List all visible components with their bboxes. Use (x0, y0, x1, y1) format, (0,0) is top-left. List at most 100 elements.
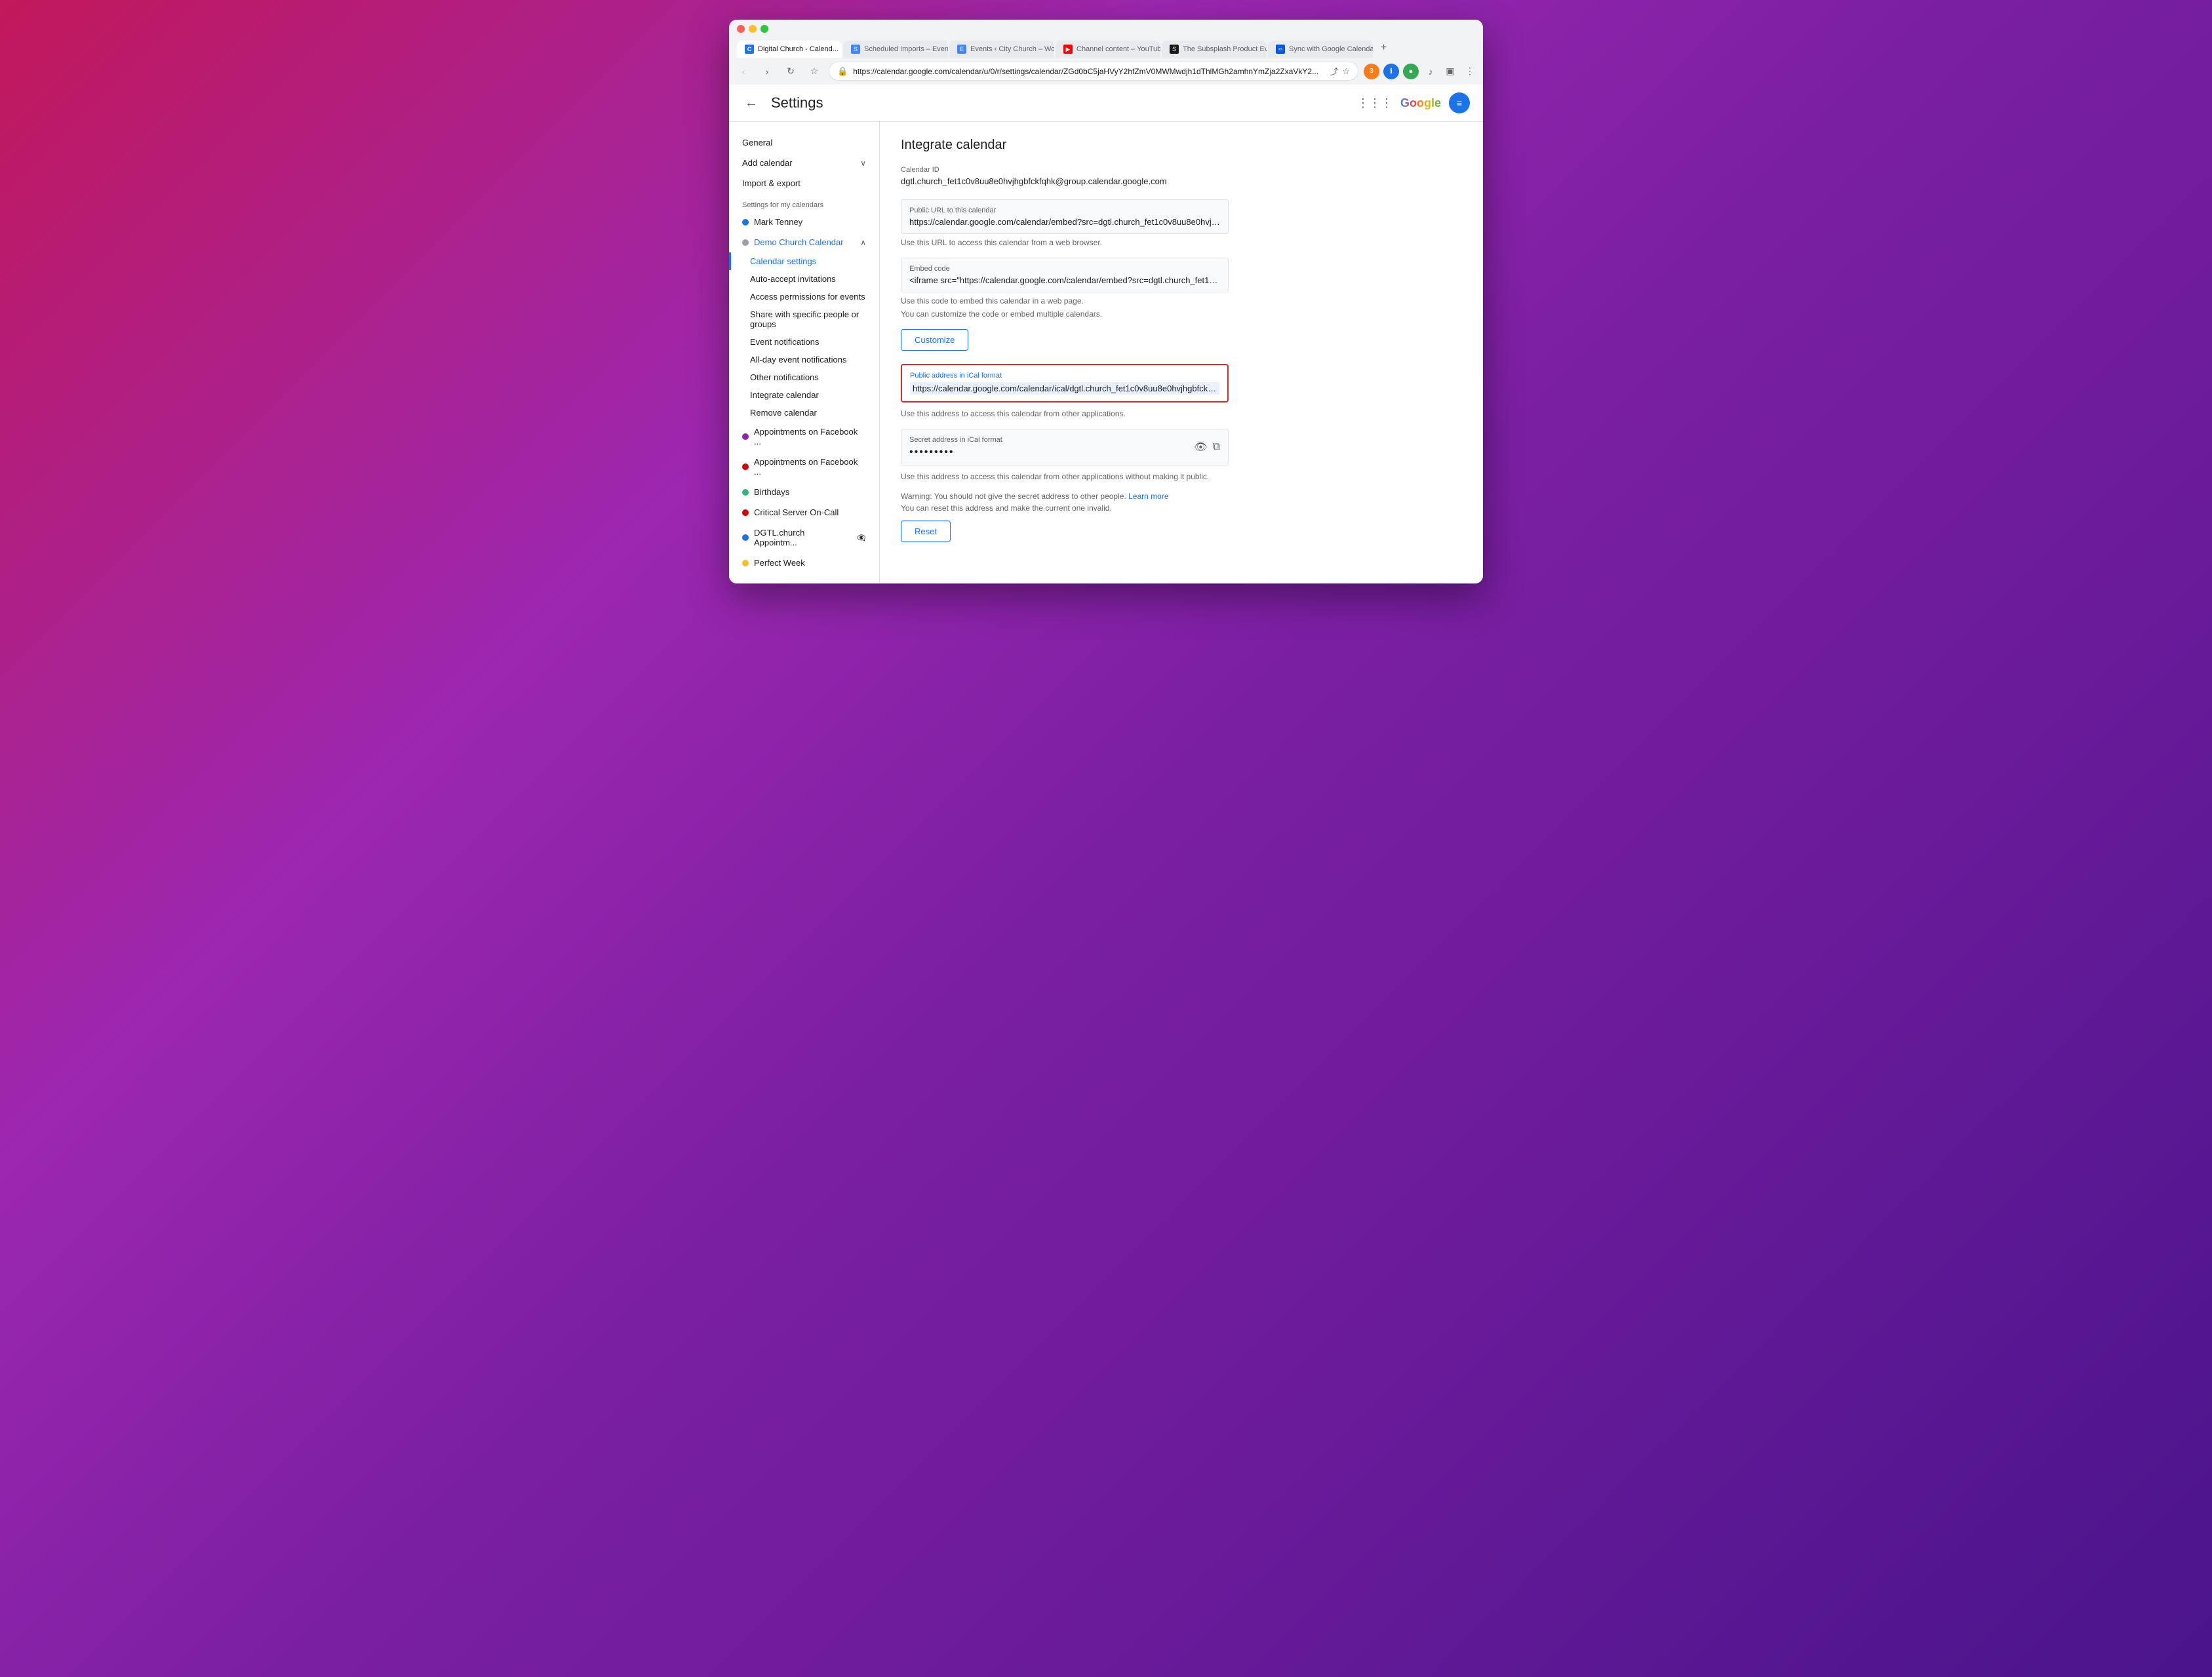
sidebar-item-import-export[interactable]: Import & export (729, 173, 879, 193)
calendar-dot-appointments2 (742, 464, 749, 470)
calendar-dot-birthdays (742, 489, 749, 496)
tab-label-subsplash: The Subsplash Product Eve... (1183, 45, 1267, 53)
sidebar-section-header: Settings for my calendars (729, 193, 879, 212)
sidebar-item-add-calendar[interactable]: Add calendar ∨ (729, 153, 879, 173)
settings-page: ← Settings ⋮⋮⋮ Google ≡ General (729, 85, 1483, 583)
sidebar-sub-integrate-calendar[interactable]: Integrate calendar (729, 386, 879, 404)
browser-chrome: C Digital Church - Calend... ✕ S Schedul… (729, 20, 1483, 58)
chevron-up-icon: ∧ (860, 238, 866, 247)
tab-youtube[interactable]: ▶ Channel content – YouTube... (1056, 41, 1160, 58)
tab-label-events: Events ‹ City Church – Wo... (970, 45, 1054, 53)
address-bar[interactable]: 🔒 https://calendar.google.com/calendar/u… (829, 62, 1358, 81)
embed-code-label: Embed code (909, 265, 1220, 273)
sidebar-item-birthdays[interactable]: Birthdays (729, 482, 879, 502)
google-logo: Google (1400, 96, 1441, 110)
settings-header: ← Settings ⋮⋮⋮ Google ≡ (729, 85, 1483, 122)
extension-green[interactable]: ● (1403, 64, 1419, 79)
tab-subsplash[interactable]: S The Subsplash Product Eve... (1162, 41, 1267, 58)
customize-button[interactable]: Customize (901, 329, 968, 351)
ical-public-box[interactable]: Public address in iCal format https://ca… (901, 364, 1229, 403)
integrate-title: Integrate calendar (901, 138, 1462, 153)
secret-address-box: Secret address in iCal format ••••••••• … (901, 429, 1229, 465)
address-text: https://calendar.google.com/calendar/u/0… (853, 67, 1324, 76)
sidebar-sub-calendar-settings[interactable]: Calendar settings (729, 252, 879, 270)
sidebar: General Add calendar ∨ Import & export S… (729, 122, 880, 583)
minimize-button[interactable] (749, 25, 757, 33)
sidebar-sub-access-permissions[interactable]: Access permissions for events (729, 288, 879, 306)
public-url-box[interactable]: Public URL to this calendar https://cale… (901, 199, 1229, 234)
reset-info: You can reset this address and make the … (901, 503, 1462, 513)
forward-nav-button[interactable]: › (758, 62, 776, 81)
address-bar-row: ‹ › ↻ ☆ 🔒 https://calendar.google.com/ca… (729, 58, 1483, 85)
main-settings-content: Integrate calendar Calendar ID dgtl.chur… (880, 122, 1483, 548)
close-button[interactable] (737, 25, 745, 33)
secret-icons: 👁 ⧉ (1194, 441, 1220, 454)
sidebar-item-demo-church[interactable]: Demo Church Calendar ∧ (729, 232, 879, 252)
tab-icon-scheduled: S (851, 45, 860, 54)
ical-value: https://calendar.google.com/calendar/ica… (910, 382, 1219, 395)
settings-wrapper: General Add calendar ∨ Import & export S… (729, 122, 1483, 583)
maximize-button[interactable] (760, 25, 768, 33)
reload-button[interactable]: ↻ (781, 62, 800, 81)
secret-label: Secret address in iCal format (909, 436, 1194, 444)
sidebar-item-perfect-week[interactable]: Perfect Week (729, 553, 879, 573)
sidebar-sub-event-notifications[interactable]: Event notifications (729, 333, 879, 351)
tab-active[interactable]: C Digital Church - Calend... ✕ (737, 41, 842, 58)
eye-slash-icon: 👁‍🗨 (857, 534, 866, 542)
bookmark-button[interactable]: ☆ (805, 62, 823, 81)
menu-button[interactable]: ⋮ (1462, 64, 1478, 79)
public-url-helper: Use this URL to access this calendar fro… (901, 238, 1462, 247)
ical-label: Public address in iCal format (910, 372, 1219, 380)
google-account-button[interactable]: ≡ (1449, 92, 1470, 113)
eye-icon[interactable]: 👁 (1194, 441, 1207, 454)
embed-helper2: You can customize the code or embed mult… (901, 309, 1462, 319)
settings-header-right: ⋮⋮⋮ Google ≡ (1357, 92, 1470, 113)
sidebar-sub-other-notifications[interactable]: Other notifications (729, 368, 879, 386)
ical-helper: Use this address to access this calendar… (901, 409, 1462, 418)
extension-music[interactable]: ♪ (1423, 64, 1438, 79)
tab-label-youtube: Channel content – YouTube... (1076, 45, 1160, 53)
extension-info[interactable]: ℹ (1383, 64, 1399, 79)
settings-title: Settings (771, 94, 823, 111)
back-nav-button[interactable]: ‹ (734, 62, 753, 81)
sidebar-item-appointments-fb2[interactable]: Appointments on Facebook ... (729, 452, 879, 482)
embed-code-box[interactable]: Embed code <iframe src="https://calendar… (901, 258, 1229, 292)
sidebar-item-general[interactable]: General (729, 132, 879, 153)
tab-scheduled[interactable]: S Scheduled Imports – Event... (843, 41, 948, 58)
calendar-id-label: Calendar ID (901, 166, 1462, 174)
sidebar-sub-allday-notifications[interactable]: All-day event notifications (729, 351, 879, 368)
copy-icon[interactable]: ⧉ (1213, 441, 1220, 453)
sidebar-sub-share-specific[interactable]: Share with specific people or groups (729, 306, 879, 333)
extension-sidebar[interactable]: ▣ (1442, 64, 1458, 79)
new-tab-button[interactable]: + (1374, 38, 1393, 58)
tabs-row: C Digital Church - Calend... ✕ S Schedul… (737, 38, 1475, 58)
calendar-dot-critical (742, 509, 749, 516)
tab-label-sync: Sync with Google Calenda... (1289, 45, 1373, 53)
calendar-dot-dgtl (742, 534, 749, 541)
tab-sync[interactable]: in Sync with Google Calenda... (1268, 41, 1373, 58)
settings-back-button[interactable]: ← (742, 93, 760, 113)
tab-icon-sync: in (1276, 45, 1285, 54)
address-icons: ⤴ ☆ (1330, 65, 1350, 77)
secret-inner: Secret address in iCal format ••••••••• (909, 436, 1194, 458)
tab-events[interactable]: E Events ‹ City Church – Wo... (949, 41, 1054, 58)
extension-badge[interactable]: 3 (1364, 64, 1379, 79)
sidebar-item-critical-server[interactable]: Critical Server On-Call (729, 502, 879, 523)
sidebar-item-mark-tenney[interactable]: Mark Tenney (729, 212, 879, 232)
page-content: ← Settings ⋮⋮⋮ Google ≡ General (729, 85, 1483, 583)
learn-more-link[interactable]: Learn more (1128, 492, 1168, 501)
sidebar-item-appointments-fb1[interactable]: Appointments on Facebook ... (729, 422, 879, 452)
calendar-id-group: Calendar ID dgtl.church_fet1c0v8uu8e0hvj… (901, 166, 1462, 186)
reset-button[interactable]: Reset (901, 521, 951, 542)
sidebar-sub-remove-calendar[interactable]: Remove calendar (729, 404, 879, 422)
embed-code-value: <iframe src="https://calendar.google.com… (909, 275, 1220, 285)
sidebar-sub-auto-accept[interactable]: Auto-accept invitations (729, 270, 879, 288)
traffic-lights (737, 25, 1475, 33)
google-apps-icon[interactable]: ⋮⋮⋮ (1357, 96, 1392, 110)
public-url-label: Public URL to this calendar (909, 207, 1220, 214)
sidebar-item-dgtl[interactable]: DGTL.church Appointm... 👁‍🗨 (729, 523, 879, 553)
secret-warning: Warning: You should not give the secret … (901, 492, 1462, 501)
star-icon[interactable]: ☆ (1342, 66, 1350, 77)
share-icon[interactable]: ⤴ (1330, 65, 1338, 77)
chevron-down-icon: ∨ (860, 159, 866, 168)
